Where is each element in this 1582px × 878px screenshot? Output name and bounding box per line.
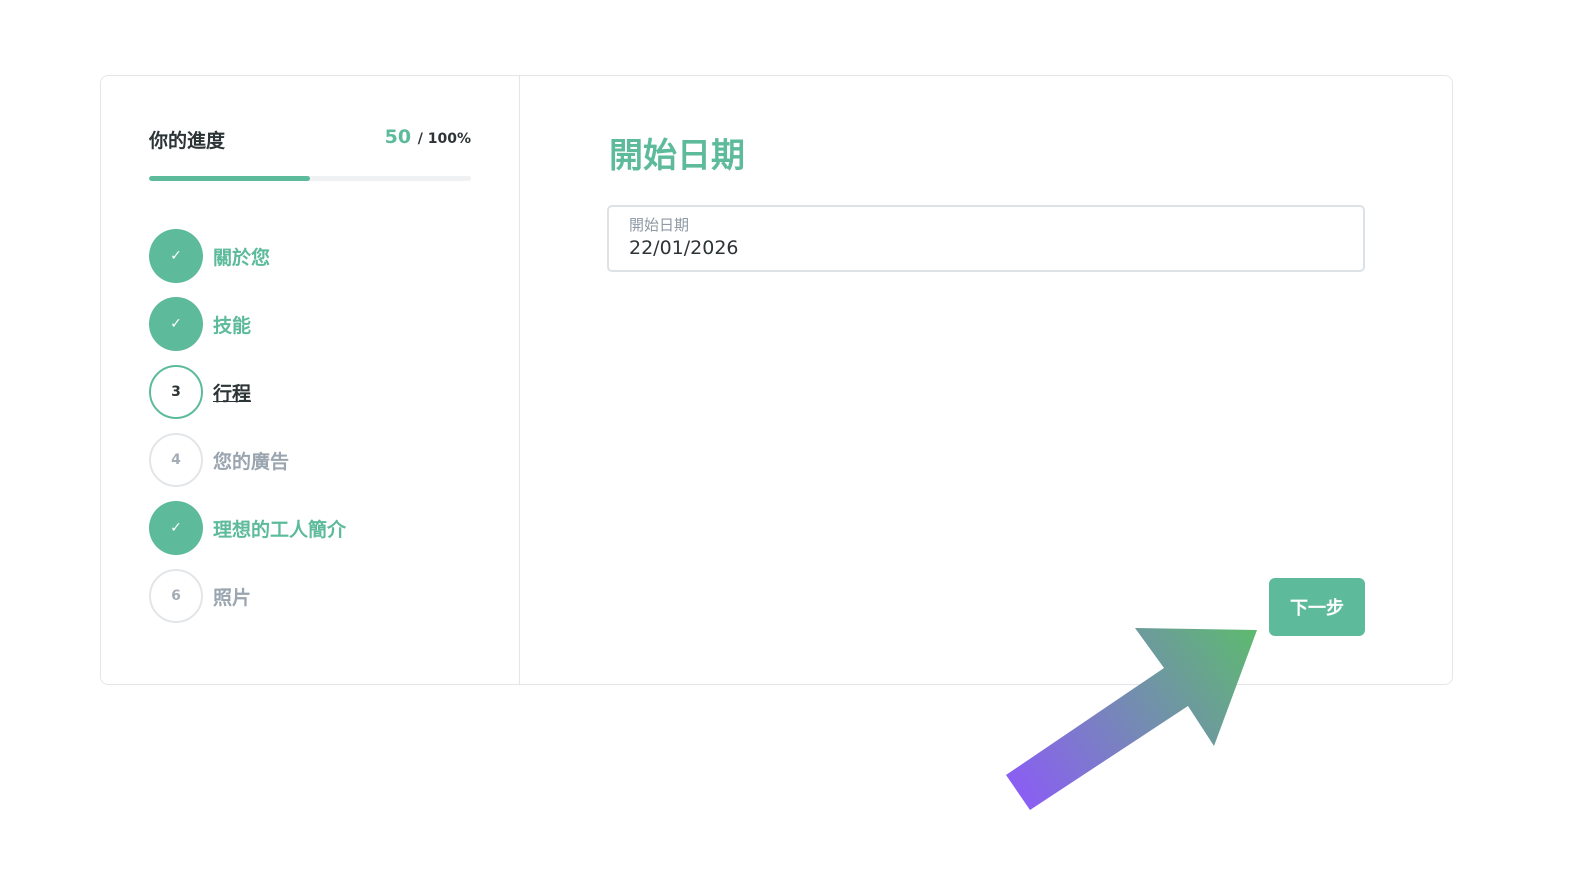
arrow-pointer-icon <box>1006 628 1257 810</box>
annotation-arrow <box>1006 628 1257 810</box>
